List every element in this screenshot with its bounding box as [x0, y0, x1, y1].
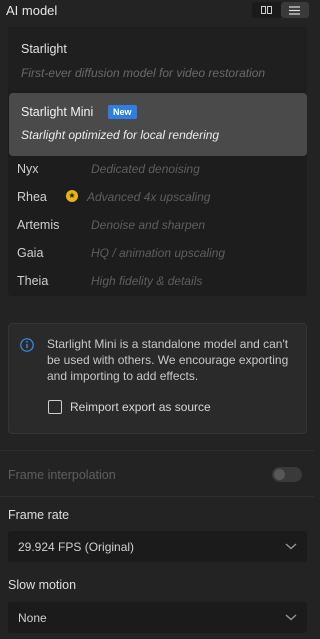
model-card-starlight[interactable]: Starlight First-ever diffusion model for…: [8, 28, 307, 90]
star-icon: ★: [66, 190, 78, 202]
model-name: Starlight: [21, 42, 67, 56]
frame-interpolation-toggle[interactable]: [272, 467, 302, 482]
model-item-artemis[interactable]: Artemis Denoise and sharpen: [17, 218, 302, 236]
model-name: Nyx: [17, 162, 39, 176]
reimport-checkbox-label[interactable]: Reimport export as source: [70, 400, 211, 414]
model-item-nyx[interactable]: Nyx Dedicated denoising: [17, 162, 302, 180]
section-divider: [0, 450, 314, 451]
model-description: First-ever diffusion model for video res…: [21, 66, 266, 80]
model-description: High fidelity & details: [91, 274, 203, 288]
chevron-down-icon: [285, 614, 297, 621]
model-item-rhea[interactable]: Rhea ★ Advanced 4x upscaling: [17, 190, 302, 208]
info-notice: Starlight Mini is a standalone model and…: [8, 323, 307, 434]
model-item-gaia[interactable]: Gaia HQ / animation upscaling: [17, 246, 302, 264]
list-view-icon: [289, 5, 301, 15]
model-name: Theia: [17, 274, 49, 288]
model-name: Artemis: [17, 218, 60, 232]
model-description: Dedicated denoising: [91, 162, 200, 176]
info-icon: [20, 338, 34, 352]
model-name: Rhea: [17, 190, 47, 204]
model-description: Starlight optimized for local rendering: [21, 128, 220, 142]
model-name: Starlight Mini: [21, 105, 94, 119]
section-title: AI model: [6, 3, 58, 18]
reimport-checkbox[interactable]: [48, 400, 62, 414]
frame-rate-label: Frame rate: [8, 508, 70, 522]
frame-rate-select[interactable]: 29.924 FPS (Original): [8, 531, 307, 562]
new-badge: New: [108, 105, 137, 119]
view-mode-toggle[interactable]: [252, 2, 309, 18]
model-description: Denoise and sharpen: [91, 218, 206, 232]
info-message: Starlight Mini is a standalone model and…: [47, 337, 289, 383]
slow-motion-value: None: [18, 611, 47, 625]
model-item-theia[interactable]: Theia High fidelity & details: [17, 274, 302, 292]
model-description: HQ / animation upscaling: [91, 246, 226, 260]
model-description: Advanced 4x upscaling: [87, 190, 211, 204]
grid-view-icon: [260, 6, 272, 14]
model-card-starlight-mini[interactable]: Starlight Mini New Starlight optimized f…: [9, 93, 307, 156]
frame-rate-value: 29.924 FPS (Original): [18, 540, 135, 554]
slow-motion-label: Slow motion: [8, 578, 77, 592]
list-view-button[interactable]: [280, 2, 309, 18]
toggle-knob: [274, 469, 285, 480]
frame-interpolation-label: Frame interpolation: [8, 468, 116, 482]
slow-motion-select[interactable]: None: [8, 602, 307, 633]
ai-model-header: AI model: [0, 0, 314, 24]
model-name: Gaia: [17, 246, 44, 260]
grid-view-button[interactable]: [252, 2, 281, 18]
section-divider: [0, 496, 314, 497]
chevron-down-icon: [285, 543, 297, 550]
